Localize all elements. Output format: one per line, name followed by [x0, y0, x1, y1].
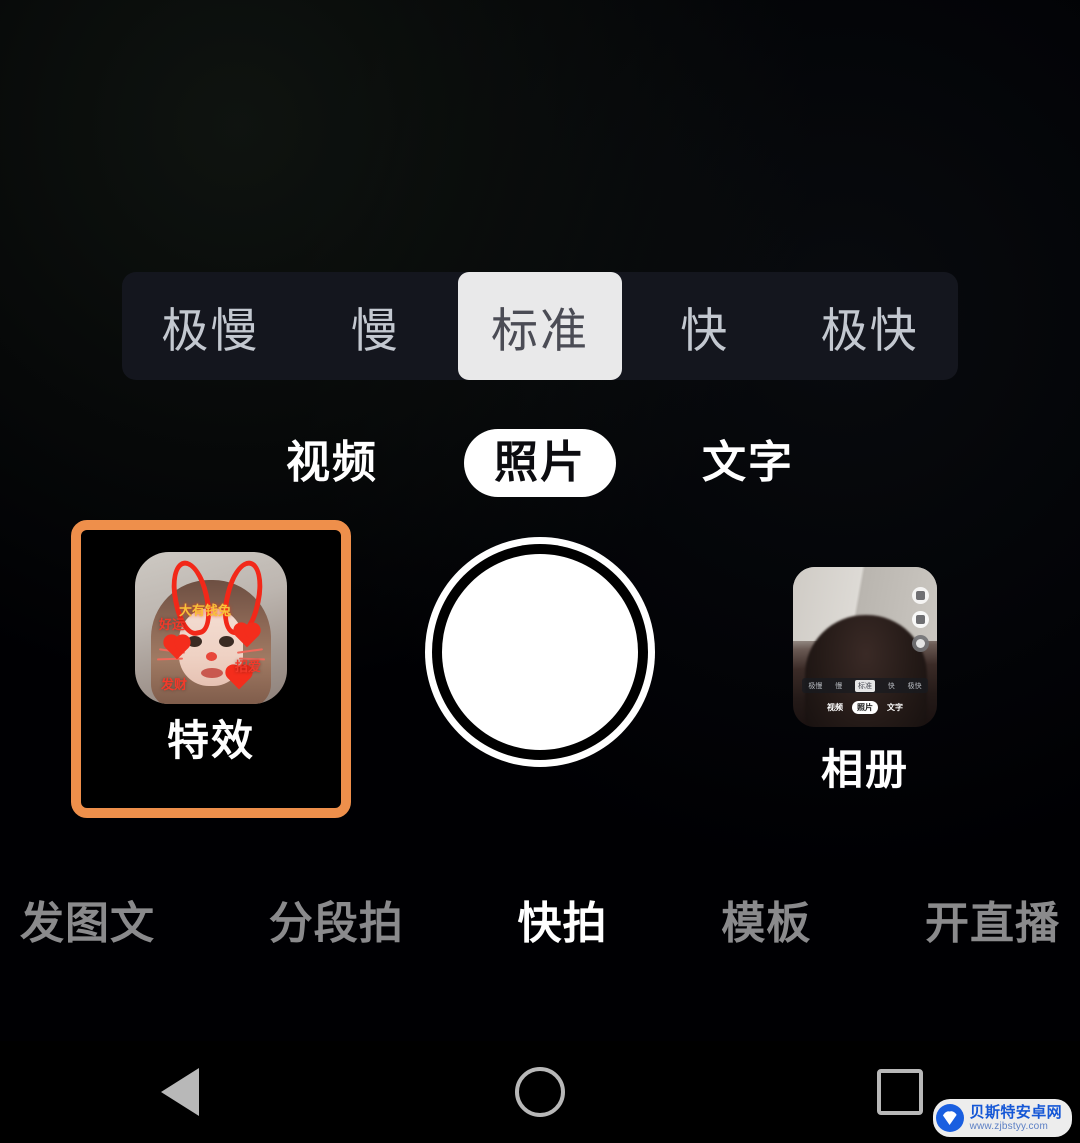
nav-item-post-image-text[interactable]: 发图文 [20, 902, 155, 946]
effects-thumbnail: 大有钱兔 好运 发财 招爱 [135, 552, 287, 704]
speed-option-slow[interactable]: 慢 [293, 272, 458, 380]
watermark-title: 贝斯特安卓网 [969, 1103, 1062, 1121]
gallery-thumb-mode-tabs: 视频 照片 文字 [793, 699, 937, 715]
tab-text[interactable]: 文字 [680, 432, 816, 494]
watermark-url: www.zjbstyy.com [969, 1120, 1048, 1132]
speed-option-standard[interactable]: 标准 [457, 272, 623, 380]
bottom-nav: 发图文 分段拍 快拍 模板 开直播 [0, 888, 1080, 960]
gallery-button[interactable]: 极慢 慢 标准 快 极快 视频 照片 文字 相册 [793, 567, 937, 812]
gallery-mini-speed-2: 标准 [854, 679, 875, 692]
gallery-mini-speed-3: 快 [887, 682, 895, 690]
gallery-thumb-beauty-icon [912, 611, 929, 628]
effects-eye-right [219, 636, 234, 647]
speed-option-very-fast[interactable]: 极快 [787, 272, 952, 380]
nav-item-segmented-shoot[interactable]: 分段拍 [269, 902, 404, 946]
tab-photo[interactable]: 照片 [464, 429, 616, 497]
capture-mode-tabs: 视频 照片 文字 [0, 428, 1080, 498]
gallery-mini-speed-0: 极慢 [808, 682, 823, 690]
capture-controls-row: 大有钱兔 好运 发财 招爱 特效 极慢 慢 标准 快 极快 视频 照片 文字 相… [0, 505, 1080, 835]
effects-sticker-text-wealth: 发财 [161, 677, 188, 692]
speed-option-fast[interactable]: 快 [622, 272, 787, 380]
gallery-thumb-speed-bar: 极慢 慢 标准 快 极快 [802, 678, 928, 693]
gallery-mini-mode-0: 视频 [827, 702, 843, 712]
effects-button-content: 大有钱兔 好运 发财 招爱 特效 [81, 530, 341, 808]
gallery-thumbnail: 极慢 慢 标准 快 极快 视频 照片 文字 [793, 567, 937, 727]
system-home-button[interactable] [480, 1041, 600, 1143]
shell-glyph [941, 1111, 958, 1125]
gallery-mini-mode-1: 照片 [852, 700, 878, 714]
gallery-thumb-camera-icon [912, 587, 929, 604]
system-back-button[interactable] [120, 1041, 240, 1143]
effects-sticker-text-main: 大有钱兔 [179, 603, 232, 618]
nav-item-template[interactable]: 模板 [721, 902, 811, 946]
camera-screen: 极慢 慢 标准 快 极快 视频 照片 文字 大有钱兔 好运 发财 招爱 特效 极… [0, 0, 1080, 1143]
gallery-mini-speed-1: 慢 [835, 682, 843, 690]
effects-label: 特效 [166, 717, 255, 764]
speed-selector-bar: 极慢 慢 标准 快 极快 [122, 272, 958, 380]
tab-video[interactable]: 视频 [264, 432, 400, 494]
effects-sticker-text-love: 招爱 [235, 659, 262, 674]
triangle-left-icon [161, 1068, 199, 1116]
circle-icon [515, 1067, 565, 1117]
effects-lips [201, 668, 223, 678]
shutter-ring-gap [432, 544, 648, 760]
site-watermark: 贝斯特安卓网 www.zjbstyy.com [932, 1099, 1072, 1137]
watermark-text: 贝斯特安卓网 www.zjbstyy.com [970, 1105, 1062, 1132]
shutter-inner-circle [442, 554, 638, 750]
nav-item-quick-shoot[interactable]: 快拍 [518, 902, 608, 946]
gallery-label: 相册 [820, 746, 909, 793]
gallery-mini-speed-4: 极快 [907, 682, 922, 690]
gallery-thumb-timer-icon [912, 635, 929, 652]
effects-sticker-text-luck: 好运 [159, 617, 186, 632]
shutter-button[interactable] [425, 537, 655, 767]
effects-button[interactable]: 大有钱兔 好运 发财 招爱 特效 [71, 520, 351, 818]
android-system-nav [0, 1041, 1080, 1143]
gallery-mini-mode-2: 文字 [887, 702, 903, 712]
speed-option-very-slow[interactable]: 极慢 [128, 272, 293, 380]
square-icon [877, 1069, 923, 1115]
watermark-shell-logo-icon [935, 1104, 964, 1132]
effects-nose-dot [206, 652, 217, 661]
nav-item-go-live[interactable]: 开直播 [925, 902, 1060, 946]
